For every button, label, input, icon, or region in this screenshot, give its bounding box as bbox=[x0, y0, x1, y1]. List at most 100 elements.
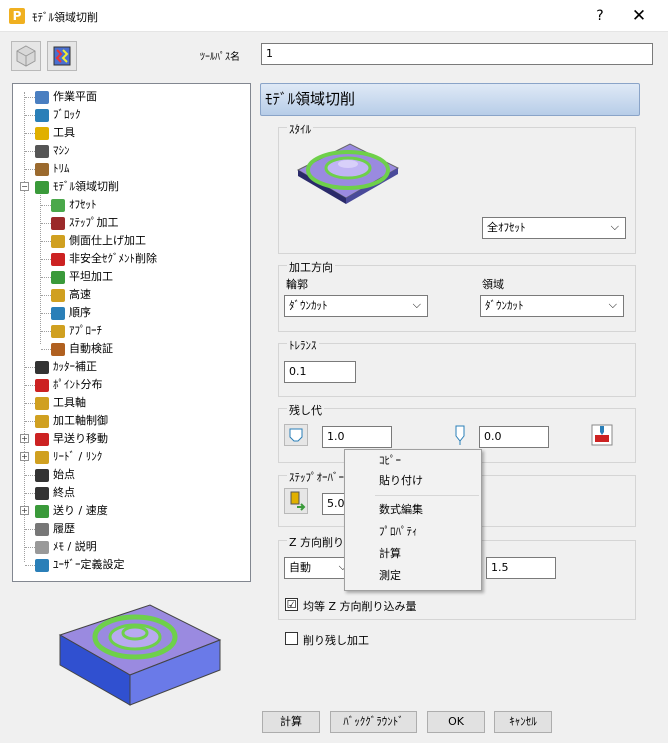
workplane-icon bbox=[35, 90, 49, 104]
tree-item[interactable]: ﾕｰｻﾞｰ定義設定 bbox=[35, 556, 125, 574]
rest-machining-checkbox[interactable] bbox=[285, 632, 298, 645]
tree-expander[interactable]: + bbox=[20, 506, 29, 515]
style-select[interactable]: 全ｵﾌｾｯﾄ bbox=[482, 217, 626, 239]
settings-tree: 作業平面 ﾌﾞﾛｯｸ 工具 ﾏｼﾝ ﾄﾘﾑ − ﾓﾃﾞﾙ領域切削 ｵﾌｾｯﾄ ｽﾃｯﾌﾟ加工 側面… bbox=[12, 83, 251, 582]
area-direction-select[interactable]: ﾀﾞｳﾝｶｯﾄ bbox=[480, 295, 624, 317]
thickness-toggle-button[interactable] bbox=[284, 424, 308, 446]
rapid-move-icon bbox=[35, 432, 49, 446]
approach-icon bbox=[51, 324, 65, 338]
tree-item-label: 非安全ｾｸﾞﾒﾝﾄ削除 bbox=[69, 252, 157, 265]
tree-item[interactable]: 平坦加工 bbox=[51, 268, 113, 286]
tree-item[interactable]: 作業平面 bbox=[35, 88, 97, 106]
tree-item-label: 履歴 bbox=[53, 522, 75, 535]
calculate-button[interactable]: 計算 bbox=[262, 711, 320, 733]
stepdown-input[interactable]: 1.5 bbox=[486, 557, 556, 579]
machine-icon bbox=[35, 144, 49, 158]
tree-item[interactable]: 始点 bbox=[35, 466, 75, 484]
uniform-stepdown-label: 均等 Z 方向削り込み量 bbox=[303, 600, 417, 613]
close-button[interactable]: ✕ bbox=[624, 4, 654, 28]
panel-title: ﾓﾃﾞﾙ領域切削 bbox=[260, 83, 640, 116]
tree-item-label: 加工軸制御 bbox=[53, 414, 108, 427]
style-preview-image bbox=[296, 143, 400, 204]
tree-item[interactable]: ﾘｰﾄﾞ / ﾘﾝｸ bbox=[35, 448, 102, 466]
tree-item[interactable]: ｽﾃｯﾌﾟ加工 bbox=[51, 214, 119, 232]
axial-thickness-input[interactable]: 0.0 bbox=[479, 426, 549, 448]
order-icon bbox=[51, 306, 65, 320]
tree-item[interactable]: 送り / 速度 bbox=[35, 502, 108, 520]
ok-button[interactable]: OK bbox=[427, 711, 485, 733]
thickness-title: 残し代 bbox=[287, 402, 324, 418]
lead-link-icon bbox=[35, 450, 49, 464]
component-thickness-icon bbox=[591, 424, 613, 446]
component-thickness-button[interactable] bbox=[590, 423, 614, 447]
menu-item-copy[interactable]: ｺﾋﾟｰ bbox=[379, 450, 401, 472]
cancel-button[interactable]: ｷｬﾝｾﾙ bbox=[494, 711, 552, 733]
tree-item[interactable]: 側面仕上げ加工 bbox=[51, 232, 146, 250]
tree-expander[interactable]: + bbox=[20, 434, 29, 443]
tree-item[interactable]: ﾒﾓ / 説明 bbox=[35, 538, 97, 556]
tree-expander[interactable]: + bbox=[20, 452, 29, 461]
background-button[interactable]: ﾊﾞｯｸｸﾞﾗｳﾝﾄﾞ bbox=[330, 711, 417, 733]
tree-item-label: ﾏｼﾝ bbox=[53, 144, 70, 157]
axial-thickness-icon bbox=[455, 425, 465, 445]
tree-item[interactable]: ｵﾌｾｯﾄ bbox=[51, 196, 97, 214]
tree-item[interactable]: ﾄﾘﾑ bbox=[35, 160, 70, 178]
end-point-icon bbox=[35, 486, 49, 500]
profile-label: 輪郭 bbox=[286, 278, 308, 291]
area-clearance-icon bbox=[35, 180, 49, 194]
tree-item[interactable]: 工具 bbox=[35, 124, 75, 142]
style-group-title: ｽﾀｲﾙ bbox=[287, 121, 313, 137]
tree-item[interactable]: 順序 bbox=[51, 304, 91, 322]
area-label: 領域 bbox=[482, 278, 504, 291]
menu-item-measure[interactable]: 測定 bbox=[379, 565, 401, 587]
tree-item-label: ﾘｰﾄﾞ / ﾘﾝｸ bbox=[53, 450, 103, 463]
tree-item-label: ｱﾌﾟﾛｰﾁ bbox=[69, 324, 102, 337]
tree-item[interactable]: ﾎﾟｲﾝﾄ分布 bbox=[35, 376, 103, 394]
menu-item-calculate[interactable]: 計算 bbox=[379, 543, 401, 565]
tree-item[interactable]: 工具軸 bbox=[35, 394, 86, 412]
block-icon bbox=[35, 108, 49, 122]
trim-icon bbox=[35, 162, 49, 176]
model-preview-image bbox=[58, 604, 222, 706]
feed-speed-icon bbox=[35, 504, 49, 518]
toolpath-name-input[interactable]: 1 bbox=[261, 43, 653, 65]
profile-direction-select[interactable]: ﾀﾞｳﾝｶｯﾄ bbox=[284, 295, 428, 317]
uniform-stepdown-checkbox[interactable]: ☑ bbox=[285, 598, 298, 611]
notes-icon bbox=[35, 540, 49, 554]
help-button[interactable]: ? bbox=[588, 5, 612, 27]
flat-machining-icon bbox=[51, 270, 65, 284]
title-bar bbox=[0, 0, 668, 32]
tree-item[interactable]: 加工軸制御 bbox=[35, 412, 108, 430]
settings-icon-button[interactable] bbox=[47, 41, 77, 71]
toolpath-name-label: ﾂｰﾙﾊﾟｽ名 bbox=[200, 52, 240, 63]
tree-item-label: ﾄﾘﾑ bbox=[53, 162, 70, 175]
tolerance-input[interactable]: 0.1 bbox=[284, 361, 356, 383]
tree-item[interactable]: ﾌﾞﾛｯｸ bbox=[35, 106, 81, 124]
tree-item[interactable]: 自動検証 bbox=[51, 340, 113, 358]
radial-thickness-input[interactable]: 1.0 bbox=[322, 426, 392, 448]
tree-item[interactable]: 高速 bbox=[51, 286, 91, 304]
cut-direction-title: 加工方向 bbox=[287, 259, 335, 275]
tree-item[interactable]: ｶｯﾀｰ補正 bbox=[35, 358, 97, 376]
menu-item-paste[interactable]: 貼り付け bbox=[379, 470, 423, 492]
tree-item[interactable]: 非安全ｾｸﾞﾒﾝﾄ削除 bbox=[51, 250, 157, 268]
tool-axis-icon bbox=[35, 396, 49, 410]
tree-item-label: ﾎﾟｲﾝﾄ分布 bbox=[53, 378, 103, 391]
tree-item-label: 終点 bbox=[53, 486, 75, 499]
tree-item-label: ｶｯﾀｰ補正 bbox=[53, 360, 97, 373]
tree-item[interactable]: 終点 bbox=[35, 484, 75, 502]
stepover-copy-button[interactable] bbox=[284, 488, 308, 514]
menu-item-properties[interactable]: ﾌﾟﾛﾊﾟﾃｨ bbox=[379, 521, 418, 543]
tree-item[interactable]: 早送り移動 bbox=[35, 430, 108, 448]
tree-item-label: 始点 bbox=[53, 468, 75, 481]
template-icon-button[interactable] bbox=[11, 41, 41, 71]
tree-expander[interactable]: − bbox=[20, 182, 29, 191]
menu-item-edit-formula[interactable]: 数式編集 bbox=[379, 499, 423, 521]
tree-item[interactable]: ﾓﾃﾞﾙ領域切削 bbox=[35, 178, 119, 196]
tree-item-label: 順序 bbox=[69, 306, 91, 319]
tree-item[interactable]: 履歴 bbox=[35, 520, 75, 538]
tree-item[interactable]: ﾏｼﾝ bbox=[35, 142, 70, 160]
stepover-title: ｽﾃｯﾌﾟｵｰﾊﾞｰ bbox=[287, 469, 346, 485]
tree-item[interactable]: ｱﾌﾟﾛｰﾁ bbox=[51, 322, 102, 340]
radial-thickness-icon bbox=[289, 428, 303, 442]
